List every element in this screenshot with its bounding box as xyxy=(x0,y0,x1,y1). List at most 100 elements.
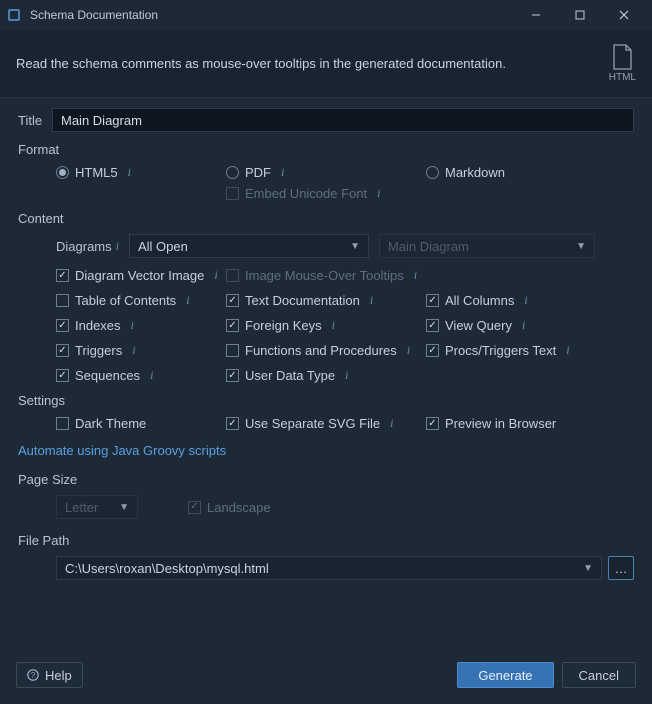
check-label: Table of Contents xyxy=(75,293,176,308)
checkbox-icon xyxy=(56,344,69,357)
check-indexes[interactable]: Indexes i xyxy=(56,318,226,333)
chevron-down-icon: ▼ xyxy=(576,241,586,252)
app-icon xyxy=(6,7,22,23)
info-icon[interactable]: i xyxy=(132,343,135,358)
checkbox-icon xyxy=(56,294,69,307)
radio-label: PDF xyxy=(245,165,271,180)
info-icon[interactable]: i xyxy=(390,416,393,431)
radio-label: Markdown xyxy=(445,165,505,180)
checkbox-icon xyxy=(56,417,69,430)
title-input[interactable] xyxy=(52,108,634,132)
radio-pdf[interactable]: PDF i xyxy=(226,165,426,180)
check-label: Preview in Browser xyxy=(445,416,556,431)
checkbox-icon xyxy=(56,369,69,382)
radio-label: HTML5 xyxy=(75,165,118,180)
select-value: Letter xyxy=(65,500,98,515)
title-label: Title xyxy=(18,113,52,128)
check-foreign-keys[interactable]: Foreign Keys i xyxy=(226,318,426,333)
checkbox-icon xyxy=(426,344,439,357)
chevron-down-icon: ▼ xyxy=(119,502,129,513)
check-text-documentation[interactable]: Text Documentation i xyxy=(226,293,426,308)
button-label: Generate xyxy=(478,668,532,683)
check-view-query[interactable]: View Queryi xyxy=(426,318,626,333)
settings-section-label: Settings xyxy=(18,393,634,408)
cancel-button[interactable]: Cancel xyxy=(562,662,636,688)
checkbox-icon xyxy=(426,417,439,430)
badge-label: HTML xyxy=(609,72,636,83)
check-preview-browser[interactable]: Preview in Browser xyxy=(426,416,626,431)
help-button[interactable]: ? Help xyxy=(16,662,83,688)
info-icon[interactable]: i xyxy=(150,368,153,383)
check-label: Image Mouse-Over Tooltips xyxy=(245,268,404,283)
radio-icon xyxy=(56,166,69,179)
checkbox-icon xyxy=(226,187,239,200)
info-icon[interactable]: i xyxy=(116,239,119,254)
svg-text:?: ? xyxy=(31,671,36,680)
file-path-label: File Path xyxy=(18,533,634,548)
info-icon[interactable]: i xyxy=(332,318,335,333)
checkbox-icon xyxy=(226,344,239,357)
check-label: Indexes xyxy=(75,318,121,333)
close-button[interactable] xyxy=(602,1,646,29)
check-landscape: Landscape xyxy=(188,500,271,515)
minimize-button[interactable] xyxy=(514,1,558,29)
info-icon: i xyxy=(377,186,380,201)
checkbox-icon xyxy=(188,501,201,514)
diagrams-select[interactable]: All Open ▼ xyxy=(129,234,369,258)
info-icon[interactable]: i xyxy=(186,293,189,308)
info-icon[interactable]: i xyxy=(566,343,569,358)
file-path-select[interactable]: C:\Users\roxan\Desktop\mysql.html ▼ xyxy=(56,556,602,580)
check-label: Text Documentation xyxy=(245,293,360,308)
automate-link[interactable]: Automate using Java Groovy scripts xyxy=(18,443,226,458)
check-all-columns[interactable]: All Columnsi xyxy=(426,293,626,308)
select-value: C:\Users\roxan\Desktop\mysql.html xyxy=(65,561,269,576)
info-icon[interactable]: i xyxy=(214,268,217,283)
content-section-label: Content xyxy=(18,211,634,226)
button-label: Help xyxy=(45,668,72,683)
radio-markdown[interactable]: Markdown xyxy=(426,165,626,180)
radio-html5[interactable]: HTML5 i xyxy=(56,165,226,180)
check-diagram-vector-image[interactable]: Diagram Vector Imagei xyxy=(56,268,226,283)
checkbox-icon xyxy=(426,294,439,307)
check-label: Use Separate SVG File xyxy=(245,416,380,431)
file-icon xyxy=(611,44,633,70)
maximize-button[interactable] xyxy=(558,1,602,29)
check-user-data-type[interactable]: User Data Type i xyxy=(226,368,426,383)
info-icon[interactable]: i xyxy=(281,165,284,180)
check-label: Foreign Keys xyxy=(245,318,322,333)
check-image-mouseover: Image Mouse-Over Tooltips i xyxy=(226,268,426,283)
help-icon: ? xyxy=(27,669,39,681)
check-table-of-contents[interactable]: Table of Contents i xyxy=(56,293,226,308)
radio-icon xyxy=(426,166,439,179)
check-label: Landscape xyxy=(207,500,271,515)
info-icon[interactable]: i xyxy=(370,293,373,308)
info-icon: i xyxy=(414,268,417,283)
info-icon[interactable]: i xyxy=(524,293,527,308)
check-label: Dark Theme xyxy=(75,416,146,431)
info-icon[interactable]: i xyxy=(345,368,348,383)
info-icon[interactable]: i xyxy=(407,343,410,358)
check-label: Sequences xyxy=(75,368,140,383)
check-functions-procedures[interactable]: Functions and Procedures i xyxy=(226,343,426,358)
generate-button[interactable]: Generate xyxy=(457,662,553,688)
window-title: Schema Documentation xyxy=(30,8,514,22)
chevron-down-icon: ▼ xyxy=(350,241,360,252)
check-separate-svg[interactable]: Use Separate SVG File i xyxy=(226,416,426,431)
check-dark-theme[interactable]: Dark Theme xyxy=(56,416,226,431)
check-sequences[interactable]: Sequences i xyxy=(56,368,226,383)
select-value: Main Diagram xyxy=(388,239,469,254)
check-label: User Data Type xyxy=(245,368,335,383)
header-banner: Read the schema comments as mouse-over t… xyxy=(0,30,652,98)
info-icon[interactable]: i xyxy=(128,165,131,180)
browse-button[interactable]: … xyxy=(608,556,634,580)
checkbox-icon xyxy=(426,319,439,332)
checkbox-icon xyxy=(56,319,69,332)
checkbox-icon xyxy=(56,269,69,282)
check-label: Functions and Procedures xyxy=(245,343,397,358)
info-icon[interactable]: i xyxy=(522,318,525,333)
check-triggers[interactable]: Triggersi xyxy=(56,343,226,358)
check-procs-triggers-text[interactable]: Procs/Triggers Texti xyxy=(426,343,626,358)
info-icon[interactable]: i xyxy=(131,318,134,333)
html-badge: HTML xyxy=(609,44,636,83)
radio-icon xyxy=(226,166,239,179)
